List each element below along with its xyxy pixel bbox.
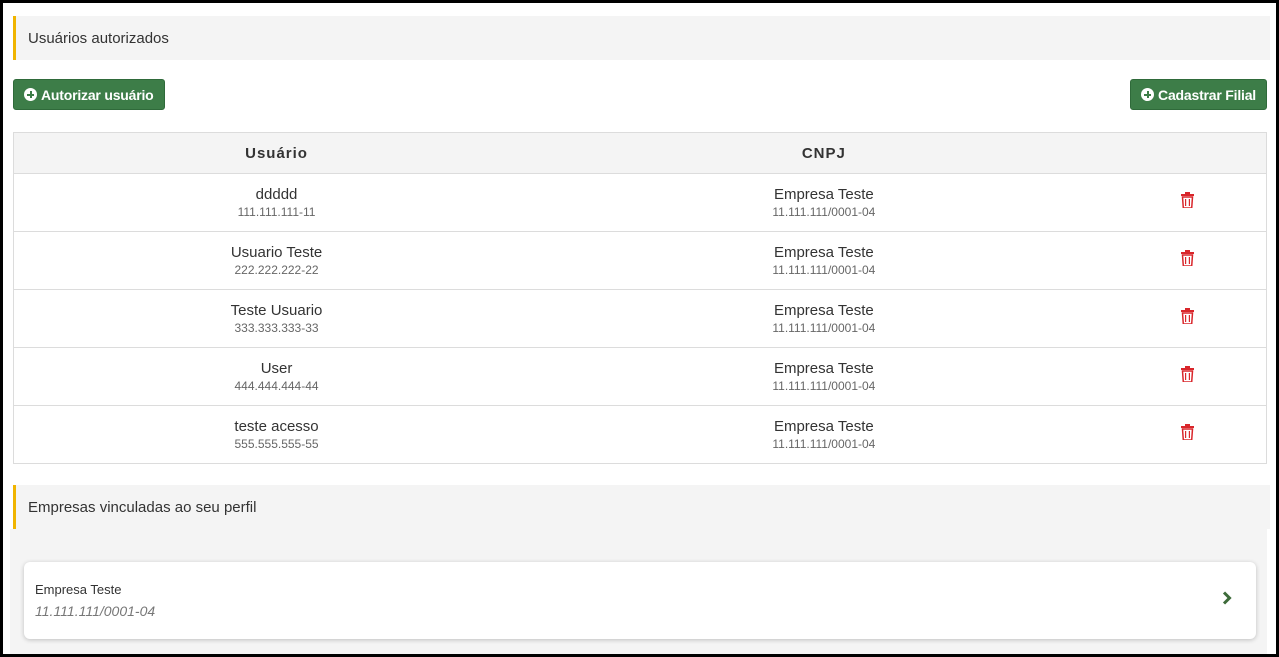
company-cnpj: 11.111.111/0001-04: [772, 437, 876, 451]
company-name: Empresa Teste: [773, 360, 874, 377]
table-row: Teste Usuario 333.333.333-33 Empresa Test…: [13, 289, 1267, 348]
company-name: Empresa Teste: [773, 418, 874, 435]
authorize-user-label: Autorizar usuário: [41, 86, 154, 103]
user-cpf: 555.555.555-55: [234, 437, 319, 451]
column-header-user: Usuário: [13, 132, 540, 174]
chevron-right-icon[interactable]: [1222, 591, 1232, 610]
user-name: teste acesso: [234, 418, 319, 435]
register-branch-label: Cadastrar Filial: [1158, 86, 1256, 103]
company-name: Empresa Teste: [773, 244, 874, 261]
app-frame: Usuários autorizados Autorizar usuário C…: [0, 0, 1279, 657]
company-card-cnpj: 11.111.111/0001-04: [35, 603, 156, 619]
linked-companies-header: Empresas vinculadas ao seu perfil: [13, 485, 1270, 529]
user-cpf: 444.444.444-44: [234, 379, 319, 393]
table-header-row: Usuário CNPJ: [13, 132, 1267, 174]
trash-icon[interactable]: [1180, 424, 1194, 440]
authorize-user-button[interactable]: Autorizar usuário: [13, 79, 165, 110]
table-row: User 444.444.444-44 Empresa Teste 11.111.1…: [13, 347, 1267, 406]
register-branch-button[interactable]: Cadastrar Filial: [1130, 79, 1267, 110]
company-cnpj: 11.111.111/0001-04: [772, 263, 876, 277]
authorized-users-header: Usuários autorizados: [13, 16, 1270, 60]
company-cnpj: 11.111.111/0001-04: [772, 205, 876, 219]
column-header-cnpj: CNPJ: [539, 132, 1109, 174]
table-row: ddddd 111.111.111-11 Empresa Teste 11.111.…: [13, 173, 1267, 232]
user-name: User: [260, 360, 293, 377]
trash-icon[interactable]: [1180, 366, 1194, 382]
user-cpf: 111.111.111-11: [237, 205, 316, 219]
user-name: Usuario Teste: [230, 244, 323, 261]
company-cnpj: 11.111.111/0001-04: [772, 379, 876, 393]
company-card-name: Empresa Teste: [35, 582, 122, 597]
trash-icon[interactable]: [1180, 308, 1194, 324]
company-name: Empresa Teste: [773, 186, 874, 203]
company-cnpj: 11.111.111/0001-04: [772, 321, 876, 335]
plus-circle-icon: [24, 88, 37, 101]
trash-icon[interactable]: [1180, 192, 1194, 208]
user-name: Teste Usuario: [230, 302, 323, 319]
user-cpf: 333.333.333-33: [234, 321, 319, 335]
company-card[interactable]: Empresa Teste 11.111.111/0001-04: [24, 562, 1256, 639]
company-name: Empresa Teste: [773, 302, 874, 319]
table-row: Usuario Teste 222.222.222-22 Empresa Test…: [13, 231, 1267, 290]
section-title: Usuários autorizados: [28, 29, 169, 47]
column-header-actions: [1108, 132, 1267, 174]
authorized-users-table: Usuário CNPJ ddddd 111.111.111-11 Empresa…: [13, 132, 1267, 464]
user-cpf: 222.222.222-22: [234, 263, 319, 277]
plus-circle-icon: [1141, 88, 1155, 101]
trash-icon[interactable]: [1180, 250, 1194, 266]
table-row: teste acesso 555.555.555-55 Empresa Teste…: [13, 405, 1267, 464]
section-title: Empresas vinculadas ao seu perfil: [28, 498, 257, 516]
user-name: ddddd: [255, 186, 298, 203]
